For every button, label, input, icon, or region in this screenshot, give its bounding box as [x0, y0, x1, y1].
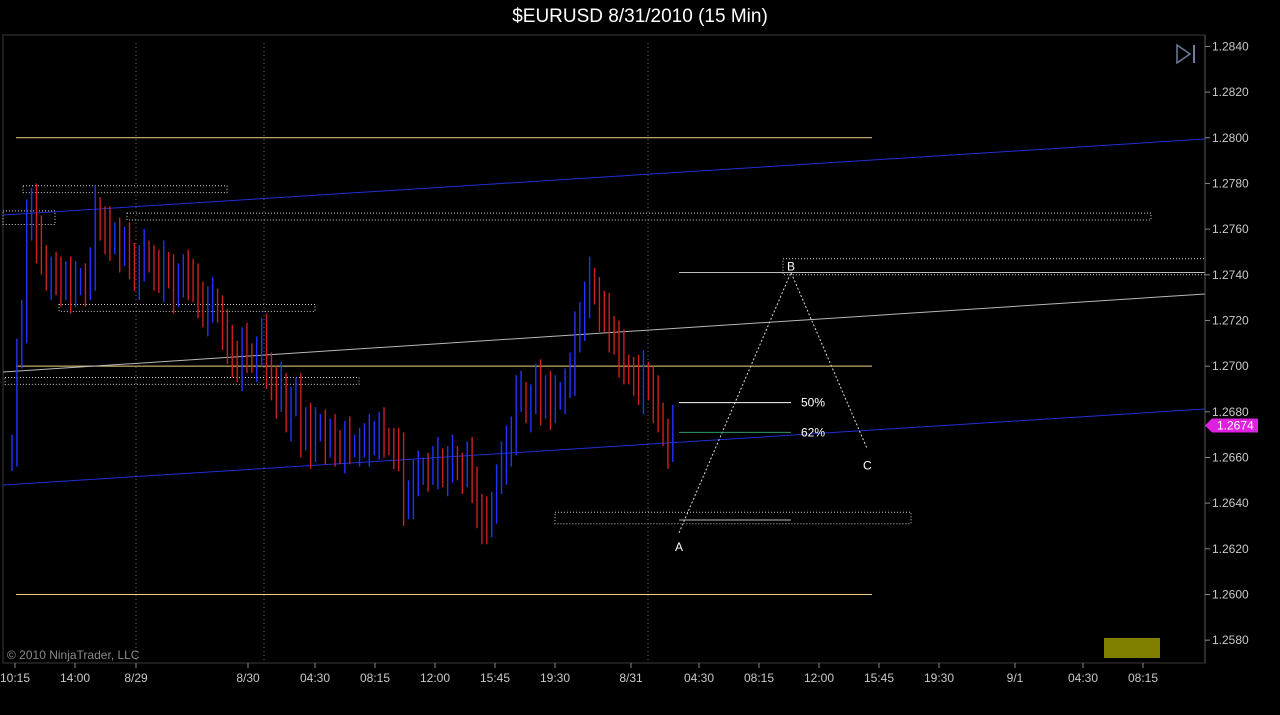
time-axis: 10:15 14:00 8/29 8/30 04:30 08:15 12:00 15:45 19… [0, 663, 1158, 685]
last-price-label: 1.2674 [1217, 419, 1254, 433]
y-tick-label: 1.2820 [1212, 85, 1249, 99]
y-tick-label: 1.2640 [1212, 496, 1249, 510]
y-tick-label: 1.2580 [1212, 633, 1249, 647]
y-tick-label: 1.2700 [1212, 359, 1249, 373]
x-tick-label: 04:30 [1068, 671, 1098, 685]
zone-box [58, 303, 316, 312]
pattern-point-b: B [787, 259, 795, 273]
y-tick-label: 1.2600 [1212, 587, 1249, 601]
zone-box [4, 377, 360, 385]
x-tick-label: 15:45 [480, 671, 510, 685]
x-tick-label: 04:30 [300, 671, 330, 685]
x-tick-label: 04:30 [684, 671, 714, 685]
x-tick-label: 08:15 [360, 671, 390, 685]
plot-border [2, 34, 1206, 664]
x-tick-label: 12:00 [420, 671, 450, 685]
x-tick-label: 19:30 [924, 671, 954, 685]
x-tick-label: 14:00 [60, 671, 90, 685]
session-dividers [135, 43, 649, 663]
x-tick-label: 12:00 [804, 671, 834, 685]
copyright-text: © 2010 NinjaTrader, LLC [7, 648, 140, 662]
y-tick-label: 1.2840 [1212, 39, 1249, 53]
x-tick-label: 9/1 [1007, 671, 1024, 685]
fib-label: 50% [801, 396, 825, 410]
y-tick-label: 1.2660 [1212, 450, 1249, 464]
x-tick-label: 19:30 [540, 671, 570, 685]
abc-pattern: A B C 50% 62% [675, 259, 1205, 554]
x-tick-label: 8/29 [124, 671, 148, 685]
x-tick-label: 08:15 [744, 671, 774, 685]
x-tick-label: 8/30 [236, 671, 260, 685]
price-zones [2, 185, 1206, 525]
zone-box [554, 511, 912, 525]
price-bars [11, 183, 674, 545]
fib-label: 62% [801, 425, 825, 439]
y-tick-label: 1.2680 [1212, 405, 1249, 419]
zone-box [126, 212, 1152, 221]
x-tick-label: 10:15 [0, 671, 30, 685]
y-tick-label: 1.2760 [1212, 222, 1249, 236]
price-chart[interactable]: A B C 50% 62% 1.2580 1.2600 1.2620 1.2640 1.2660… [0, 0, 1280, 715]
y-tick-label: 1.2720 [1212, 313, 1249, 327]
x-tick-label: 15:45 [864, 671, 894, 685]
pattern-point-c: C [863, 458, 872, 472]
zone-box [22, 185, 228, 194]
next-bar-icon[interactable] [1176, 43, 1195, 65]
price-axis: 1.2580 1.2600 1.2620 1.2640 1.2660 1.2680 1.27… [1204, 35, 1258, 663]
x-tick-label: 08:15 [1128, 671, 1158, 685]
channel-upper-line [2, 138, 1206, 216]
y-tick-label: 1.2780 [1212, 176, 1249, 190]
x-tick-label: 8/31 [619, 671, 643, 685]
y-tick-label: 1.2620 [1212, 542, 1249, 556]
y-tick-label: 1.2800 [1212, 131, 1249, 145]
y-tick-label: 1.2740 [1212, 268, 1249, 282]
chart-frame [2, 34, 1206, 664]
status-marker-box[interactable] [1104, 638, 1160, 658]
channel-lower-line [2, 408, 1206, 486]
pattern-point-a: A [675, 540, 683, 554]
